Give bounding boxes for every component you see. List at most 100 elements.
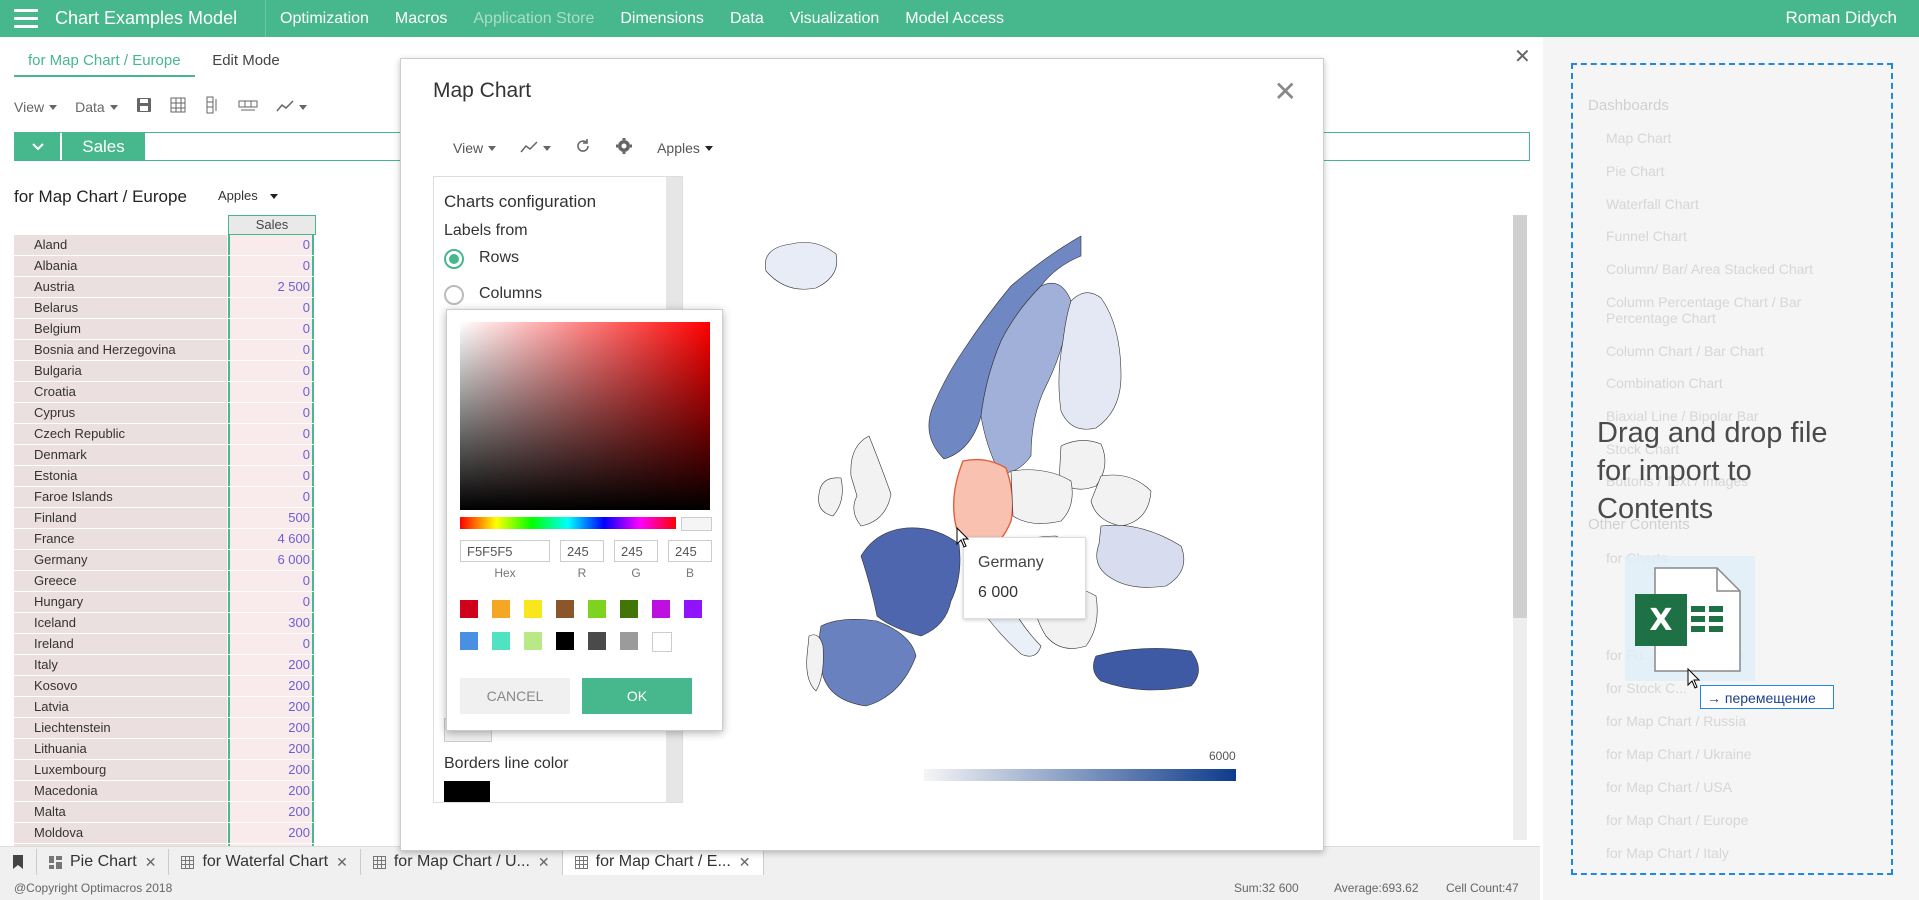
bottom-tab-pie-chart[interactable]: Pie Chart ✕	[37, 849, 170, 875]
sales-cell[interactable]: 200	[228, 739, 314, 759]
row-label[interactable]: Luxembourg	[14, 760, 227, 780]
menu-data[interactable]: Data	[730, 10, 764, 28]
sales-cell[interactable]: 200	[228, 718, 314, 738]
row-label[interactable]: Moldova	[14, 823, 227, 843]
sales-cell[interactable]: 200	[228, 760, 314, 780]
row-label[interactable]: Kosovo	[14, 676, 227, 696]
close-icon[interactable]: ✕	[739, 854, 751, 871]
color-swatch[interactable]	[588, 632, 606, 650]
close-icon[interactable]: ✕	[538, 854, 550, 871]
sales-cell[interactable]: 0	[228, 487, 314, 507]
sales-cell[interactable]: 0	[228, 634, 314, 654]
ok-button[interactable]: OK	[582, 678, 692, 714]
grid-scrollbar[interactable]	[1513, 215, 1527, 840]
menu-dimensions[interactable]: Dimensions	[620, 10, 704, 28]
row-label[interactable]: Iceland	[14, 613, 227, 633]
row-label[interactable]: Liechtenstein	[14, 718, 227, 738]
sales-cell[interactable]: 0	[228, 361, 314, 381]
close-icon[interactable]: ✕	[1514, 44, 1531, 69]
row-label[interactable]: Estonia	[14, 466, 227, 486]
tab-map-chart-europe[interactable]: for Map Chart / Europe	[14, 46, 195, 77]
row-label[interactable]: Hungary	[14, 592, 227, 612]
gear-icon[interactable]	[615, 137, 633, 158]
row-label[interactable]: France	[14, 529, 227, 549]
r-input[interactable]: 245	[560, 540, 604, 562]
borders-color-swatch[interactable]	[444, 781, 490, 802]
chart-type-icon[interactable]	[520, 140, 552, 156]
sales-cell[interactable]: 2 500	[228, 277, 314, 297]
color-swatch[interactable]	[620, 632, 638, 650]
menu-optimization[interactable]: Optimization	[280, 10, 369, 28]
sales-cell[interactable]: 500	[228, 508, 314, 528]
color-swatch[interactable]	[556, 600, 574, 618]
color-swatch[interactable]	[524, 600, 542, 618]
color-swatch[interactable]	[492, 600, 510, 618]
sales-cell[interactable]: 200	[228, 802, 314, 822]
row-label[interactable]: Italy	[14, 655, 227, 675]
row-label[interactable]: Belgium	[14, 319, 227, 339]
collapse-button[interactable]	[15, 133, 60, 160]
user-name[interactable]: Roman Didych	[1786, 8, 1898, 28]
menu-icon[interactable]	[14, 9, 38, 28]
sales-cell[interactable]: 0	[228, 235, 314, 255]
sales-cell[interactable]: 200	[228, 823, 314, 843]
color-swatch[interactable]	[460, 632, 478, 650]
row-label[interactable]: Macedonia	[14, 781, 227, 801]
row-label[interactable]: Lithuania	[14, 739, 227, 759]
close-icon[interactable]: ✕	[336, 854, 348, 871]
sales-cell[interactable]: 200	[228, 697, 314, 717]
row-label[interactable]: Finland	[14, 508, 227, 528]
row-label[interactable]: Croatia	[14, 382, 227, 402]
color-swatch[interactable]	[460, 600, 478, 618]
color-swatch[interactable]	[492, 632, 510, 650]
bottom-tab-map-ukraine[interactable]: for Map Chart / U... ✕	[361, 849, 563, 875]
row-label[interactable]: Bulgaria	[14, 361, 227, 381]
sales-cell[interactable]: 200	[228, 781, 314, 801]
sales-cell[interactable]: 0	[228, 571, 314, 591]
menu-application-store[interactable]: Application Store	[473, 10, 594, 28]
bottom-tab-waterfall[interactable]: for Waterfal Chart ✕	[169, 849, 361, 875]
sales-label[interactable]: Sales	[62, 133, 145, 160]
row-label[interactable]: Belarus	[14, 298, 227, 318]
row-label[interactable]: Aland	[14, 235, 227, 255]
color-swatch[interactable]	[556, 632, 574, 650]
sales-cell[interactable]: 0	[228, 592, 314, 612]
pivot-selector[interactable]: Apples	[218, 188, 278, 203]
sales-cell[interactable]: 200	[228, 676, 314, 696]
column-icon[interactable]	[204, 96, 220, 117]
row-label[interactable]: Czech Republic	[14, 424, 227, 444]
bookmark-icon[interactable]	[0, 849, 37, 875]
color-swatch[interactable]	[684, 600, 702, 618]
color-swatch[interactable]	[524, 632, 542, 650]
row-icon[interactable]	[238, 98, 258, 115]
sales-cell[interactable]: 0	[228, 466, 314, 486]
row-label[interactable]: Denmark	[14, 445, 227, 465]
row-label[interactable]: Malta	[14, 802, 227, 822]
view-dropdown[interactable]: View	[14, 99, 58, 115]
table-icon[interactable]	[170, 97, 186, 116]
menu-macros[interactable]: Macros	[395, 10, 447, 28]
column-header-sales[interactable]: Sales	[228, 215, 316, 235]
close-icon[interactable]: ✕	[1274, 75, 1297, 108]
row-label[interactable]: Bosnia and Herzegovina	[14, 340, 227, 360]
row-label[interactable]: Ireland	[14, 634, 227, 654]
refresh-icon[interactable]	[575, 138, 591, 157]
sales-cell[interactable]: 0	[228, 445, 314, 465]
row-label[interactable]: Faroe Islands	[14, 487, 227, 507]
row-label[interactable]: Albania	[14, 256, 227, 276]
sales-cell[interactable]: 0	[228, 298, 314, 318]
tab-edit-mode[interactable]: Edit Mode	[198, 46, 294, 75]
row-label[interactable]: Austria	[14, 277, 227, 297]
save-icon[interactable]	[136, 97, 152, 116]
cancel-button[interactable]: CANCEL	[460, 678, 570, 714]
b-input[interactable]: 245	[668, 540, 712, 562]
sales-cell[interactable]: 6 000	[228, 550, 314, 570]
g-input[interactable]: 245	[614, 540, 658, 562]
bottom-tab-map-europe[interactable]: for Map Chart / E... ✕	[562, 849, 764, 875]
sales-cell[interactable]: 0	[228, 382, 314, 402]
alpha-slider[interactable]	[681, 517, 712, 531]
saturation-value-area[interactable]	[460, 322, 710, 510]
color-swatch[interactable]	[588, 600, 606, 618]
chart-icon[interactable]	[276, 99, 307, 115]
sales-cell[interactable]: 0	[228, 340, 314, 360]
